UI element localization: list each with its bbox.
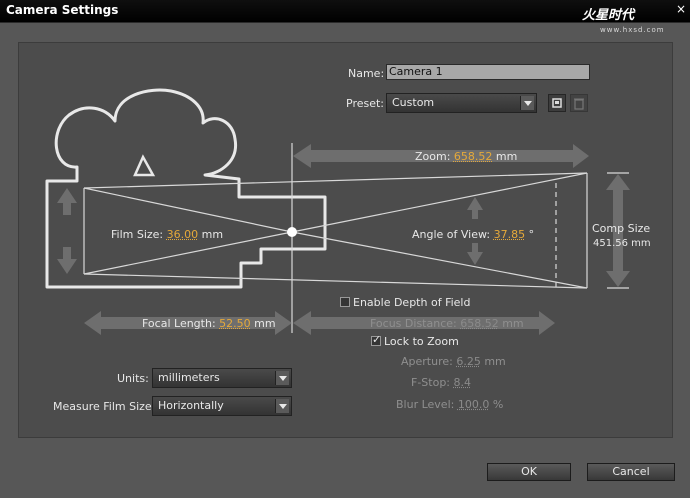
blur-level-label: Blur Level:	[396, 398, 455, 411]
aperture-readout: Aperture: 6.25 mm	[401, 355, 506, 368]
lock-to-zoom-label[interactable]: Lock to Zoom	[384, 335, 459, 348]
preset-label: Preset:	[346, 97, 385, 110]
measure-film-size-dropdown[interactable]: Horizontally	[152, 396, 292, 416]
focus-distance-label: Focus Distance:	[370, 317, 457, 330]
cancel-button[interactable]: Cancel	[587, 463, 675, 481]
lock-to-zoom-checkbox[interactable]	[371, 333, 381, 346]
save-preset-button[interactable]	[548, 94, 566, 112]
camera-settings-dialog: Camera Settings 火星时代 × www.hxsd.com Name…	[0, 0, 690, 498]
enable-depth-of-field-label[interactable]: Enable Depth of Field	[353, 296, 470, 309]
measure-film-size-value: Horizontally	[158, 399, 224, 412]
enable-depth-of-field-checkbox[interactable]	[340, 297, 350, 307]
chevron-down-icon	[275, 399, 289, 413]
focus-distance-unit: mm	[502, 317, 524, 330]
fstop-label: F-Stop:	[411, 376, 451, 389]
aperture-label: Aperture:	[401, 355, 453, 368]
preset-value: Custom	[392, 96, 435, 109]
title-bar[interactable]: Camera Settings 火星时代 ×	[0, 0, 690, 23]
chevron-down-icon	[275, 371, 289, 385]
focal-length-readout: Focal Length: 52.50 mm	[142, 317, 276, 330]
ok-button[interactable]: OK	[487, 463, 571, 481]
comp-size-label: Comp Size	[592, 222, 651, 235]
film-size-label: Film Size:	[111, 228, 164, 241]
film-size-unit: mm	[201, 228, 224, 241]
film-size-value[interactable]: 36.00	[167, 228, 199, 241]
lens-center-point	[287, 227, 297, 237]
save-preset-icon	[552, 98, 562, 108]
zoom-value[interactable]: 658.52	[454, 150, 493, 163]
camera-name-input[interactable]: Camera 1	[386, 64, 590, 80]
settings-panel: Name: Camera 1 Preset: Custom Zoom: 658.…	[18, 42, 673, 438]
watermark-logo: 火星时代	[582, 8, 635, 23]
angle-unit: °	[528, 228, 535, 241]
trash-icon	[574, 98, 584, 110]
units-label: Units:	[117, 372, 149, 385]
film-size-readout: Film Size: 36.00 mm	[111, 228, 223, 241]
zoom-unit: mm	[495, 150, 518, 163]
aperture-unit: mm	[484, 355, 506, 368]
fstop-value: 8.4	[453, 376, 472, 389]
watermark-url: www.hxsd.com	[600, 26, 665, 34]
angle-of-view-readout: Angle of View: 37.85 °	[412, 228, 534, 241]
zoom-readout: Zoom: 658.52 mm	[415, 150, 517, 163]
focal-length-unit: mm	[254, 317, 276, 330]
blur-level-readout: Blur Level: 100.0 %	[396, 398, 503, 411]
close-icon[interactable]: ×	[674, 2, 688, 16]
aperture-value: 6.25	[456, 355, 481, 368]
preset-dropdown[interactable]: Custom	[386, 93, 537, 113]
angle-label: Angle of View:	[412, 228, 491, 241]
focus-distance-readout: Focus Distance: 658.52 mm	[370, 317, 524, 330]
blur-level-unit: %	[492, 398, 504, 411]
zoom-label: Zoom:	[415, 150, 451, 163]
camera-triangle-icon	[133, 154, 156, 177]
angle-value[interactable]: 37.85	[494, 228, 526, 241]
units-value: millimeters	[158, 371, 220, 384]
chevron-down-icon	[520, 96, 534, 110]
focal-length-label: Focal Length:	[142, 317, 216, 330]
fstop-readout: F-Stop: 8.4	[411, 376, 471, 389]
name-label: Name:	[348, 67, 385, 80]
focus-distance-value: 658.52	[460, 317, 499, 330]
delete-preset-button[interactable]	[570, 94, 588, 112]
comp-size-value: 451.56 mm	[593, 238, 651, 249]
dialog-title: Camera Settings	[6, 3, 119, 17]
units-dropdown[interactable]: millimeters	[152, 368, 292, 388]
measure-film-size-label: Measure Film Size:	[53, 400, 156, 413]
focal-length-value[interactable]: 52.50	[219, 317, 251, 330]
blur-level-value: 100.0	[457, 398, 490, 411]
